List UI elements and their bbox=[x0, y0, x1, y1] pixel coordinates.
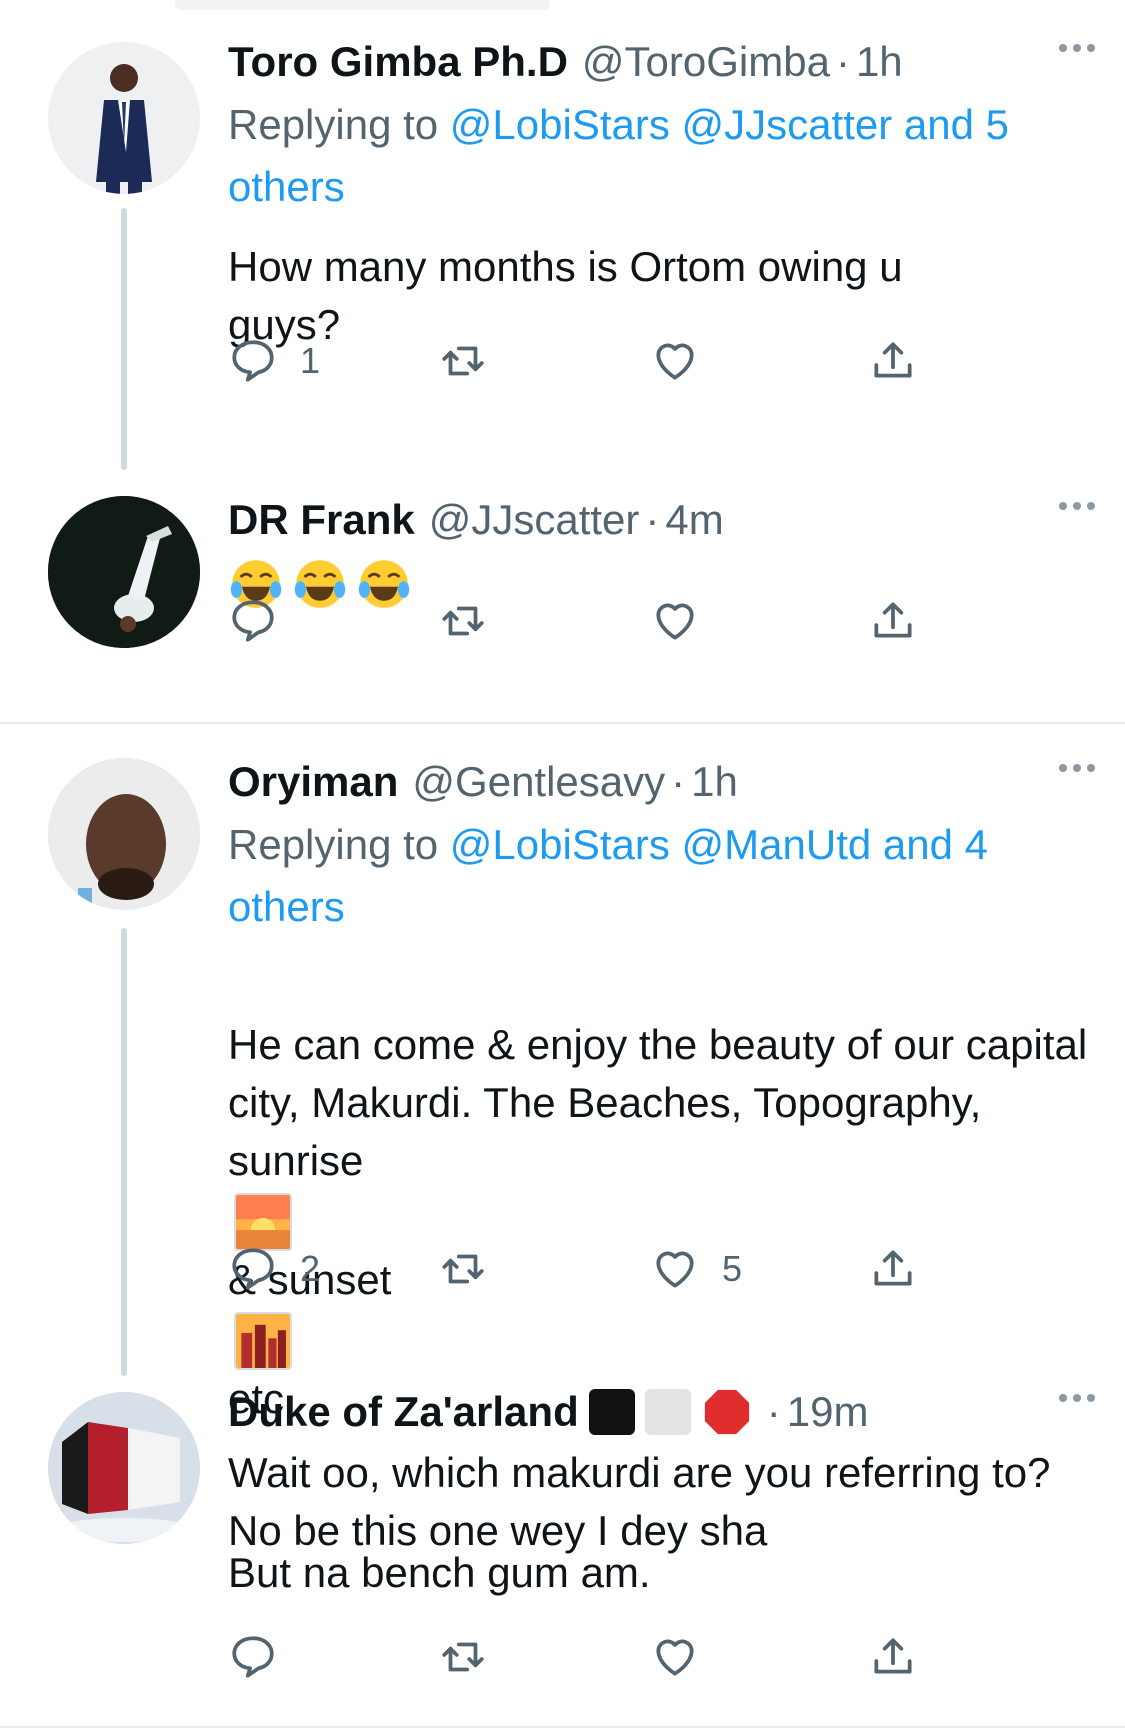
stop-sign-icon bbox=[704, 1389, 749, 1435]
tweet-text: Wait oo, which makurdi are you referring… bbox=[228, 1449, 1051, 1554]
white-square-icon bbox=[644, 1389, 691, 1435]
reply-icon bbox=[232, 340, 274, 382]
author-name[interactable]: Toro Gimba Ph.D bbox=[228, 38, 568, 86]
author-handle[interactable]: @ToroGimba bbox=[582, 38, 830, 86]
reply-icon bbox=[232, 600, 274, 642]
avatar[interactable] bbox=[48, 1392, 200, 1544]
share-button[interactable] bbox=[868, 1244, 918, 1294]
share-icon bbox=[874, 602, 912, 638]
reply-button[interactable] bbox=[228, 1632, 278, 1682]
like-button[interactable] bbox=[650, 596, 700, 646]
share-icon bbox=[874, 1250, 912, 1286]
sunrise-emoji-icon bbox=[234, 1192, 292, 1251]
tweet-oryiman[interactable]: Oryiman @Gentlesavy · 1h Replying to @Lo… bbox=[0, 750, 1125, 1596]
timestamp[interactable]: 1h bbox=[691, 758, 738, 806]
avatar[interactable] bbox=[48, 758, 200, 910]
timestamp[interactable]: 19m bbox=[787, 1388, 869, 1436]
tweet-actions bbox=[228, 1632, 948, 1692]
previous-tweet-edge bbox=[175, 0, 550, 10]
more-icon[interactable] bbox=[1059, 502, 1095, 510]
city-sunset-emoji-icon bbox=[234, 1311, 292, 1370]
thread-line bbox=[121, 208, 127, 470]
avatar[interactable] bbox=[48, 496, 200, 648]
like-button[interactable] bbox=[650, 1632, 700, 1682]
retweet-icon bbox=[442, 1642, 484, 1672]
separator-dot: · bbox=[645, 496, 660, 543]
tweet-text-part-1: He can come & enjoy the beauty of our ca… bbox=[228, 1021, 1088, 1184]
black-square-icon bbox=[588, 1389, 635, 1435]
like-count: 5 bbox=[722, 1248, 743, 1289]
author-name[interactable]: DR Frank bbox=[228, 496, 415, 544]
reply-count: 1 bbox=[300, 340, 321, 381]
replying-to-label: Replying to bbox=[228, 821, 439, 868]
heart-icon bbox=[656, 343, 694, 380]
replying-to: Replying to @LobiStars @ManUtd and 4 oth… bbox=[228, 814, 1095, 938]
avatar[interactable] bbox=[48, 42, 200, 194]
retweet-icon bbox=[442, 1254, 484, 1284]
reply-count: 2 bbox=[300, 1248, 321, 1289]
divider bbox=[0, 1726, 1125, 1728]
replying-to: Replying to @LobiStars @JJscatter and 5 … bbox=[228, 94, 1095, 218]
share-button[interactable] bbox=[868, 1632, 918, 1682]
timestamp[interactable]: 4m bbox=[665, 496, 723, 544]
heart-icon bbox=[656, 1251, 694, 1288]
separator-dot: · bbox=[766, 1388, 781, 1435]
author-handle[interactable]: @Gentlesavy bbox=[412, 758, 665, 806]
separator-dot: · bbox=[835, 38, 850, 85]
reply-icon bbox=[232, 1636, 274, 1678]
reply-button[interactable]: 2 bbox=[228, 1244, 320, 1294]
tweet-dr-frank[interactable]: DR Frank @JJscatter · 4m bbox=[0, 488, 1125, 708]
tweet-actions: 2 5 bbox=[228, 1244, 948, 1304]
reply-button[interactable]: 1 bbox=[228, 336, 320, 386]
reply-button[interactable] bbox=[228, 596, 278, 646]
author-name[interactable]: Duke of Za'arland bbox=[228, 1388, 579, 1436]
reply-icon bbox=[232, 1248, 274, 1290]
share-button[interactable] bbox=[868, 336, 918, 386]
divider bbox=[0, 722, 1125, 724]
replying-to-label: Replying to bbox=[228, 101, 439, 148]
tweet-actions: 1 bbox=[228, 336, 948, 396]
timestamp[interactable]: 1h bbox=[856, 38, 903, 86]
retweet-button[interactable] bbox=[438, 1632, 488, 1682]
retweet-button[interactable] bbox=[438, 336, 488, 386]
tweet-duke-of-zaarland[interactable]: Duke of Za'arland · 19m Wait oo, which m… bbox=[0, 1380, 1125, 1710]
author-name[interactable]: Oryiman bbox=[228, 758, 398, 806]
more-icon[interactable] bbox=[1059, 764, 1095, 772]
tweet-actions bbox=[228, 596, 948, 656]
share-button[interactable] bbox=[868, 596, 918, 646]
heart-icon bbox=[656, 603, 694, 640]
share-icon bbox=[874, 342, 912, 378]
separator-dot: · bbox=[671, 758, 686, 805]
retweet-button[interactable] bbox=[438, 596, 488, 646]
tweet-toro-gimba[interactable]: Toro Gimba Ph.D @ToroGimba · 1h Replying… bbox=[0, 30, 1125, 470]
retweet-icon bbox=[442, 606, 484, 636]
retweet-icon bbox=[442, 346, 484, 376]
like-button[interactable]: 5 bbox=[650, 1244, 742, 1294]
like-button[interactable] bbox=[650, 336, 722, 386]
more-icon[interactable] bbox=[1059, 44, 1095, 52]
share-icon bbox=[874, 1638, 912, 1674]
thread-line bbox=[121, 928, 127, 1376]
more-icon[interactable] bbox=[1059, 1394, 1095, 1402]
retweet-button[interactable] bbox=[438, 1244, 488, 1294]
heart-icon bbox=[656, 1639, 694, 1676]
author-handle[interactable]: @JJscatter bbox=[429, 496, 640, 544]
